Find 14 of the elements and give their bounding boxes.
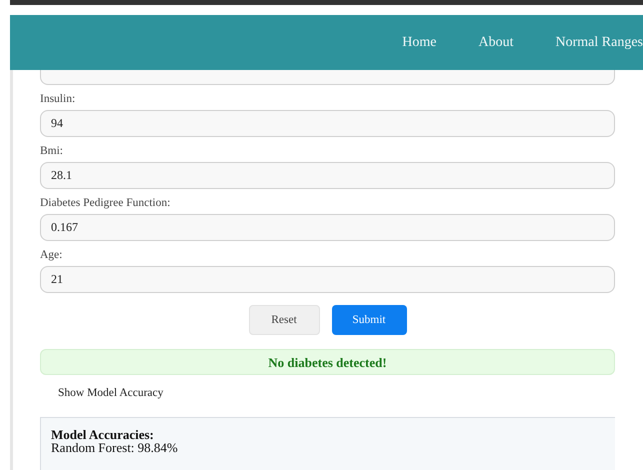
accuracy-heading: Model Accuracies: xyxy=(51,428,155,441)
reset-button[interactable]: Reset xyxy=(248,305,320,335)
result-alert: No diabetes detected! xyxy=(40,349,615,375)
input-field[interactable]: 0.167 xyxy=(40,214,615,241)
input-field[interactable]: 28.1 xyxy=(40,162,615,189)
input-field[interactable]: 94 xyxy=(40,110,615,137)
field-label: Insulin: xyxy=(40,92,76,106)
accuracy-toggle-link[interactable]: Show Model Accuracy xyxy=(58,387,164,399)
field-label: Diabetes Pedigree Function: xyxy=(40,196,172,210)
field-label: Bmi: xyxy=(40,144,64,158)
input-field[interactable]: 21 xyxy=(40,266,615,293)
submit-button[interactable]: Submit xyxy=(332,305,406,335)
field-label: Age: xyxy=(40,248,64,262)
accuracy-line: Random Forest: 98.84% xyxy=(51,441,179,455)
